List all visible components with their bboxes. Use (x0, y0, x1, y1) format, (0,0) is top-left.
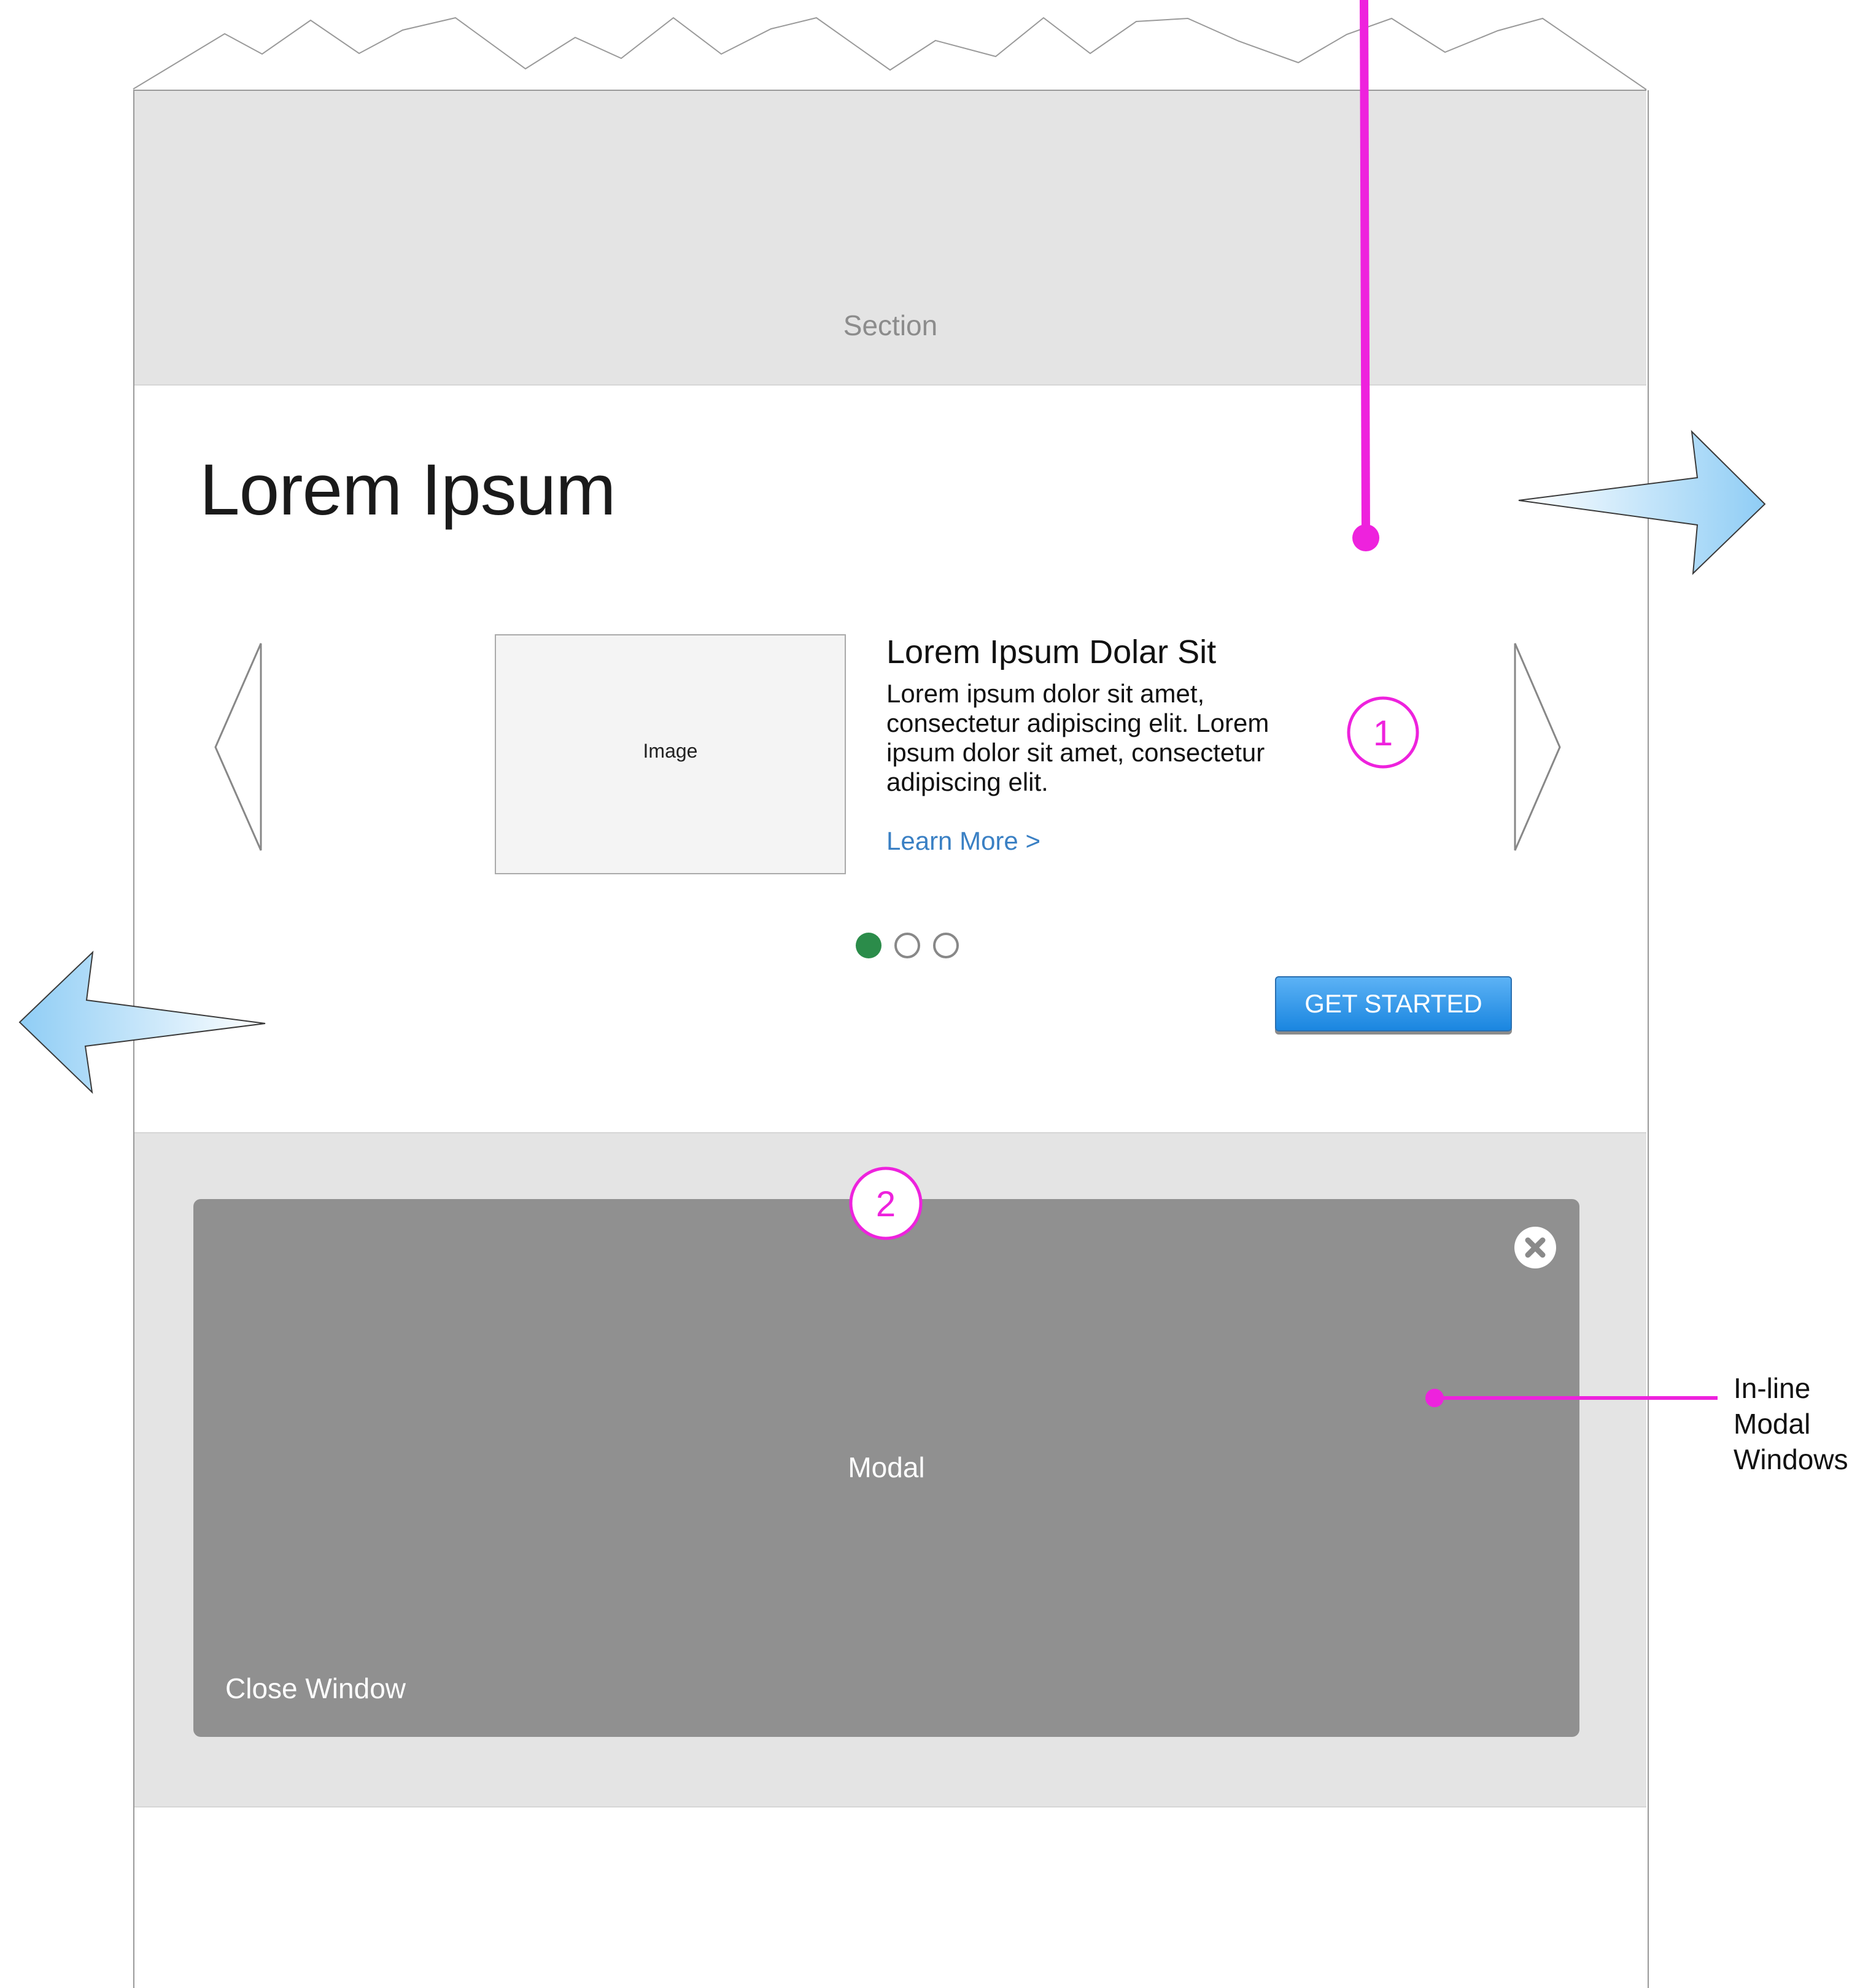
top-section: Section (134, 91, 1646, 386)
image-label: Image (643, 740, 698, 762)
modal-label: Modal (848, 1451, 925, 1483)
section-label: Section (843, 309, 938, 341)
carousel-card-title: Lorem Ipsum Dolar Sit (886, 634, 1217, 670)
carousel-dot-1[interactable] (856, 933, 881, 958)
carousel-dot-2[interactable] (894, 933, 920, 958)
carousel-image-placeholder: Image (495, 634, 846, 874)
page-title: Lorem Ipsum (200, 449, 616, 530)
close-icon[interactable] (1514, 1227, 1556, 1268)
carousel-dot-3[interactable] (933, 933, 959, 958)
callout-line: Modal (1734, 1408, 1811, 1440)
learn-more-link[interactable]: Learn More > (886, 826, 1040, 856)
callout-line: In-line (1734, 1372, 1811, 1404)
inline-modal: Modal Close Window (193, 1199, 1579, 1737)
close-window-link[interactable]: Close Window (225, 1672, 406, 1705)
callout-line: Windows (1734, 1443, 1848, 1475)
torn-edge (133, 17, 1647, 90)
get-started-button[interactable]: GET STARTED (1275, 976, 1512, 1031)
carousel-card-body: Lorem ipsum dolor sit amet, consectetur … (886, 679, 1269, 796)
callout-text: In-line Modal Windows (1734, 1370, 1848, 1477)
